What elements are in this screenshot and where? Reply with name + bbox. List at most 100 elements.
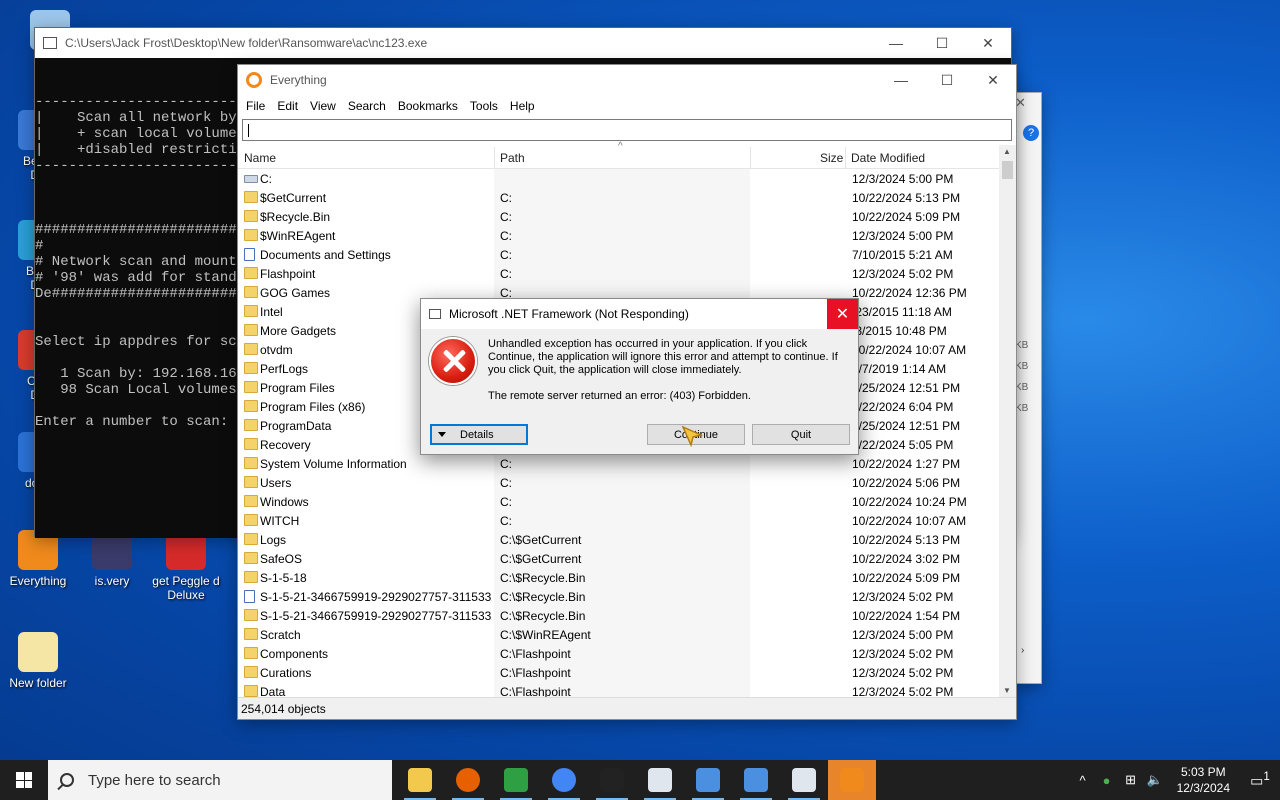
row-name: S-1-5-21-3466759919-2929027757-3115332..… xyxy=(260,609,492,623)
chevron-right-icon[interactable]: › xyxy=(1021,645,1024,656)
table-row[interactable]: S-1-5-21-3466759919-2929027757-3115332..… xyxy=(238,606,1016,625)
maximize-button[interactable]: ☐ xyxy=(924,65,970,95)
scroll-down-icon[interactable]: ▼ xyxy=(1003,686,1011,695)
start-button[interactable] xyxy=(0,760,48,800)
taskbar-search[interactable]: Type here to search xyxy=(48,760,392,800)
column-date-modified[interactable]: Date Modified xyxy=(851,151,925,165)
table-row[interactable]: C: 12/3/2024 5:00 PM xyxy=(238,169,1016,188)
pinned-apps xyxy=(396,760,876,800)
close-button[interactable]: ✕ xyxy=(965,28,1011,58)
row-path: C:\$WinREAgent xyxy=(500,628,591,642)
maximize-button[interactable]: ☐ xyxy=(919,28,965,58)
table-row[interactable]: S-1-5-21-3466759919-2929027757-3115332..… xyxy=(238,587,1016,606)
table-row[interactable]: SafeOS C:\$GetCurrent 10/22/2024 3:02 PM xyxy=(238,549,1016,568)
help-icon[interactable]: ? xyxy=(1023,125,1039,141)
row-date: 10/22/2024 1:27 PM xyxy=(852,457,961,471)
row-date: 12/3/2024 5:02 PM xyxy=(852,666,954,680)
desktop-icon-label: get Peggle d Deluxe xyxy=(152,574,220,602)
row-path: C:\Flashpoint xyxy=(500,647,571,661)
clock-date: 12/3/2024 xyxy=(1176,781,1230,795)
column-divider[interactable] xyxy=(750,147,751,169)
menu-item[interactable]: View xyxy=(306,99,344,113)
table-row[interactable]: WITCH C: 10/22/2024 10:07 AM xyxy=(238,511,1016,530)
menu-item[interactable]: Bookmarks xyxy=(394,99,466,113)
close-button[interactable]: ✕ xyxy=(827,299,858,329)
desktop-icon-label: Everything xyxy=(9,574,67,588)
menu-item[interactable]: Search xyxy=(344,99,394,113)
folder-icon xyxy=(244,381,258,393)
volume-icon[interactable]: 🔈 xyxy=(1143,772,1167,788)
folder-icon xyxy=(244,533,258,545)
row-date: 10/22/2024 10:07 AM xyxy=(852,514,967,528)
desktop-icon[interactable]: get Peggle d Deluxe xyxy=(148,530,224,602)
windows-logo-icon xyxy=(16,772,32,788)
quit-button[interactable]: Quit xyxy=(752,424,850,445)
table-row[interactable]: Documents and Settings C: 7/10/2015 5:21 A… xyxy=(238,245,1016,264)
desktop-icon[interactable]: Everything xyxy=(0,530,76,588)
table-row[interactable]: $GetCurrent C: 10/22/2024 5:13 PM xyxy=(238,188,1016,207)
table-row[interactable]: Logs C:\$GetCurrent 10/22/2024 5:13 PM xyxy=(238,530,1016,549)
table-row[interactable]: Scratch C:\$WinREAgent 12/3/2024 5:00 PM xyxy=(238,625,1016,644)
table-row[interactable]: $Recycle.Bin C: 10/22/2024 5:09 PM xyxy=(238,207,1016,226)
column-name[interactable]: Name xyxy=(244,151,276,165)
vertical-scrollbar[interactable]: ▲ ▼ xyxy=(999,145,1016,697)
size-label: KB xyxy=(1015,382,1029,393)
window-app-icon xyxy=(792,768,816,792)
column-size[interactable]: Size xyxy=(820,151,843,165)
row-name: Curations xyxy=(260,666,312,680)
row-path: C: xyxy=(500,476,512,490)
error-dialog[interactable]: Microsoft .NET Framework (Not Responding… xyxy=(420,298,859,455)
column-path[interactable]: Path xyxy=(500,151,525,165)
everything-title: Everything xyxy=(270,73,327,87)
taskbar-shield-app-2-button[interactable] xyxy=(732,760,780,800)
clock[interactable]: 5:03 PM 12/3/2024 xyxy=(1167,764,1240,796)
chevron-up-icon[interactable]: ^ xyxy=(1071,773,1095,788)
row-name: Scratch xyxy=(260,628,301,642)
notification-count: 1 xyxy=(1263,770,1270,784)
taskbar-chrome-button[interactable] xyxy=(540,760,588,800)
taskbar-notepad-app-button[interactable] xyxy=(636,760,684,800)
table-row[interactable]: Curations C:\Flashpoint 12/3/2024 5:02 PM xyxy=(238,663,1016,682)
taskbar-shield-app-1-button[interactable] xyxy=(684,760,732,800)
minimize-button[interactable]: — xyxy=(873,28,919,58)
scroll-up-icon[interactable]: ▲ xyxy=(1003,147,1011,156)
file-icon xyxy=(244,590,255,603)
dialog-app-icon xyxy=(429,309,441,319)
clock-time: 5:03 PM xyxy=(1180,765,1226,779)
user-icon[interactable]: ● xyxy=(1095,773,1119,788)
notification-icon[interactable]: ▭1 xyxy=(1240,770,1280,790)
taskbar-window-app-button[interactable] xyxy=(780,760,828,800)
column-divider[interactable] xyxy=(494,147,495,169)
console-titlebar[interactable]: C:\Users\Jack Frost\Desktop\New folder\R… xyxy=(35,28,1011,58)
menu-item[interactable]: Help xyxy=(506,99,543,113)
table-row[interactable]: Users C: 10/22/2024 5:06 PM xyxy=(238,473,1016,492)
desktop-icon[interactable]: is.very xyxy=(74,530,150,588)
desktop-icon[interactable]: New folder xyxy=(0,632,76,690)
dialog-titlebar[interactable]: Microsoft .NET Framework (Not Responding… xyxy=(421,299,858,329)
menu-item[interactable]: File xyxy=(242,99,273,113)
menu-item[interactable]: Edit xyxy=(273,99,306,113)
minimize-button[interactable]: — xyxy=(878,65,924,95)
table-row[interactable]: S-1-5-18 C:\$Recycle.Bin 10/22/2024 5:09 P… xyxy=(238,568,1016,587)
row-date: 10/22/2024 3:02 PM xyxy=(852,552,961,566)
column-divider[interactable] xyxy=(845,147,846,169)
taskbar-file-explorer-button[interactable] xyxy=(396,760,444,800)
scrollbar-thumb[interactable] xyxy=(1002,161,1013,179)
taskbar-everything-app-button[interactable] xyxy=(828,760,876,800)
table-row[interactable]: Windows C: 10/22/2024 10:24 PM xyxy=(238,492,1016,511)
close-button[interactable]: ✕ xyxy=(970,65,1016,95)
menu-item[interactable]: Tools xyxy=(466,99,506,113)
row-date: 0/22/2024 5:05 PM xyxy=(852,438,954,452)
table-row[interactable]: Components C:\Flashpoint 12/3/2024 5:02 PM xyxy=(238,644,1016,663)
table-row[interactable]: $WinREAgent C: 12/3/2024 5:00 PM xyxy=(238,226,1016,245)
search-input[interactable] xyxy=(242,119,1012,141)
table-row[interactable]: System Volume Information C: 10/22/2024 1:… xyxy=(238,454,1016,473)
taskbar-firefox-button[interactable] xyxy=(444,760,492,800)
taskbar-people-app-button[interactable] xyxy=(492,760,540,800)
details-button[interactable]: Details xyxy=(430,424,528,445)
table-row[interactable]: Flashpoint C: 12/3/2024 5:02 PM xyxy=(238,264,1016,283)
everything-titlebar[interactable]: Everything — ☐ ✕ xyxy=(238,65,1016,95)
size-column-fragment: KB KB KB KB xyxy=(1015,335,1028,419)
network-icon[interactable]: ⊞ xyxy=(1119,772,1143,788)
taskbar-7zip-button[interactable] xyxy=(588,760,636,800)
